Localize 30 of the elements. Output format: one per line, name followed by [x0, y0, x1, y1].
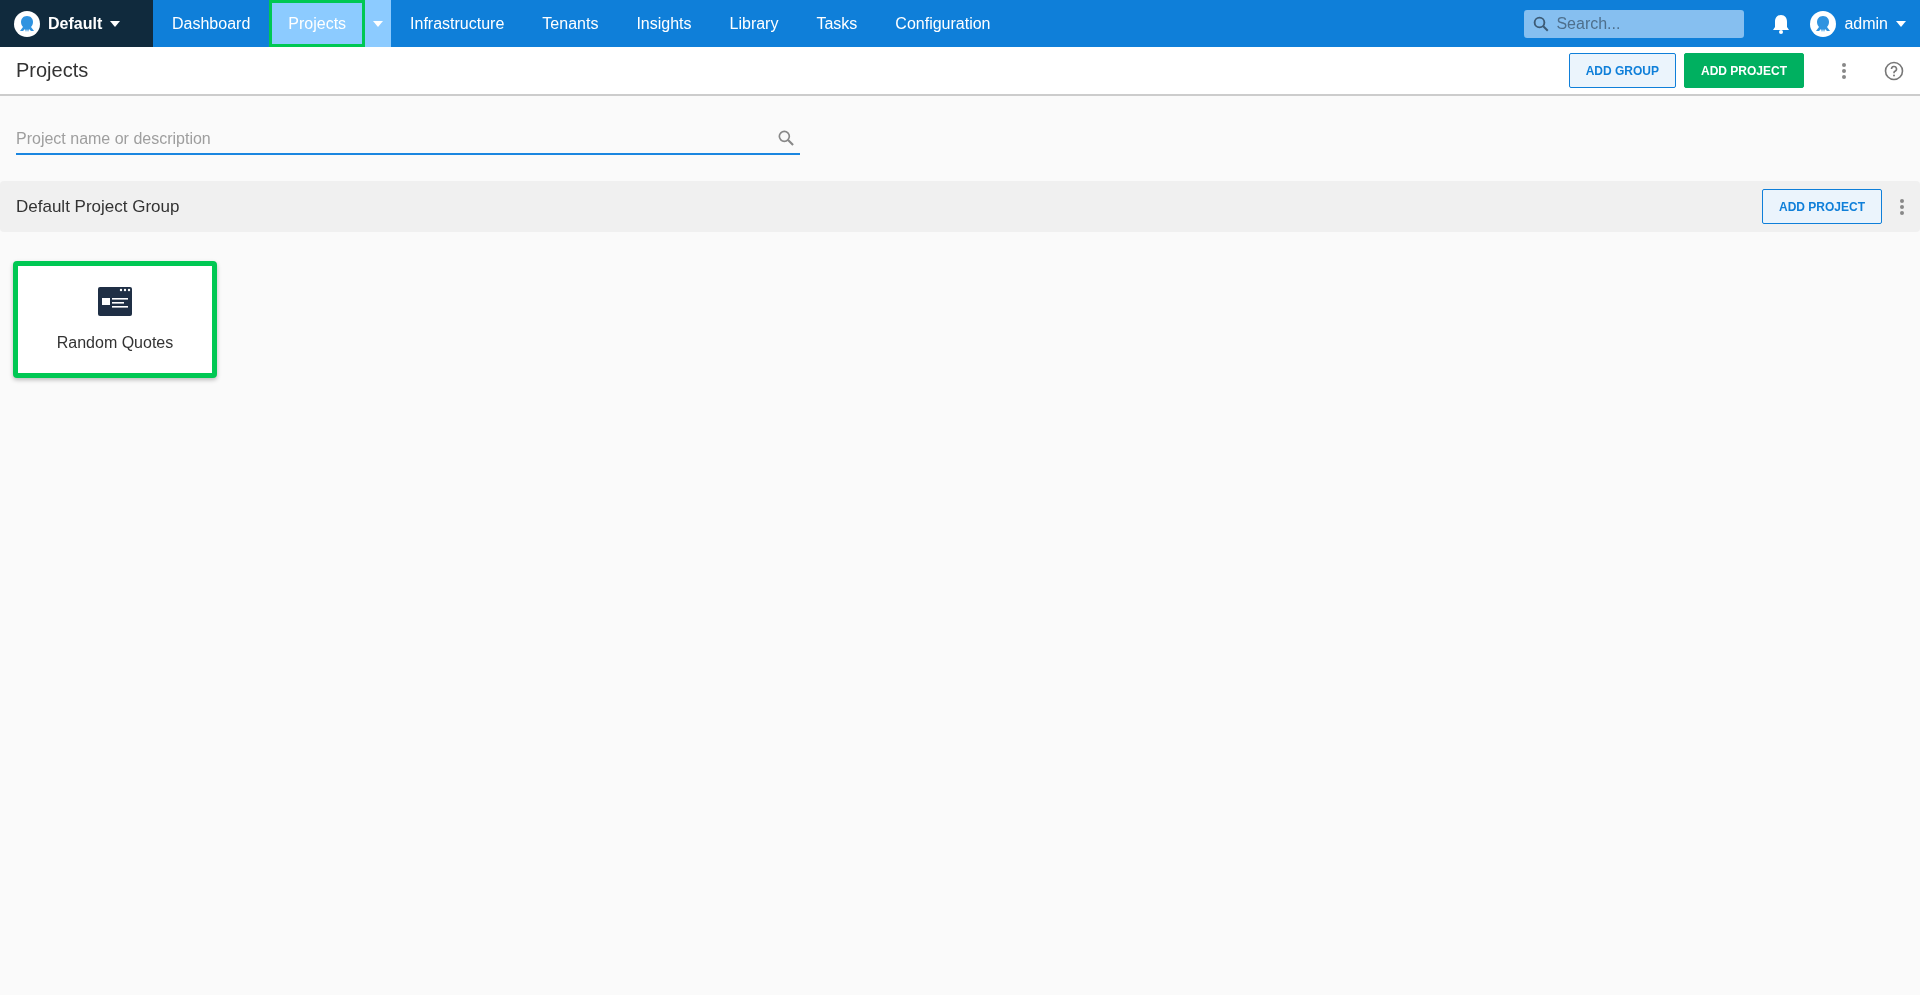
nav-tab[interactable]: Tasks [797, 0, 877, 47]
caret-icon [1896, 20, 1906, 27]
nav-tab[interactable]: Infrastructure [391, 0, 524, 47]
header-button[interactable]: ADD PROJECT [1684, 53, 1804, 88]
nav-tab[interactable]: Library [710, 0, 798, 47]
more-icon[interactable] [1900, 198, 1904, 215]
page-title: Projects [16, 59, 90, 82]
filter-field[interactable]: Project name or description [16, 124, 800, 155]
caret-icon [373, 20, 384, 27]
nav-tab[interactable]: Insights [617, 0, 711, 47]
search-field[interactable]: Search... [1524, 9, 1745, 38]
nav-tab[interactable]: Configuration [876, 0, 1010, 47]
dropdown-button[interactable] [365, 0, 392, 47]
avatar-icon [1810, 10, 1837, 37]
group-name: Default Project Group [16, 196, 181, 217]
user-name[interactable]: admin [1844, 14, 1888, 33]
project-card[interactable]: Random Quotes [13, 261, 217, 378]
more-icon[interactable] [1842, 62, 1846, 79]
browser-window-icon [98, 287, 132, 316]
nav-tab[interactable]: Tenants [523, 0, 618, 47]
help-icon[interactable] [1884, 60, 1904, 81]
avatar-icon [14, 10, 40, 37]
project-name: Random Quotes [56, 334, 174, 352]
add-project-button[interactable]: ADD PROJECT [1762, 189, 1882, 224]
search-icon [776, 128, 796, 148]
workspace-label[interactable]: Default [48, 14, 103, 33]
bell-icon[interactable] [1772, 13, 1791, 34]
header-button[interactable]: ADD GROUP [1568, 53, 1676, 88]
nav-tab[interactable]: Dashboard [153, 0, 270, 47]
caret-icon [110, 20, 121, 27]
